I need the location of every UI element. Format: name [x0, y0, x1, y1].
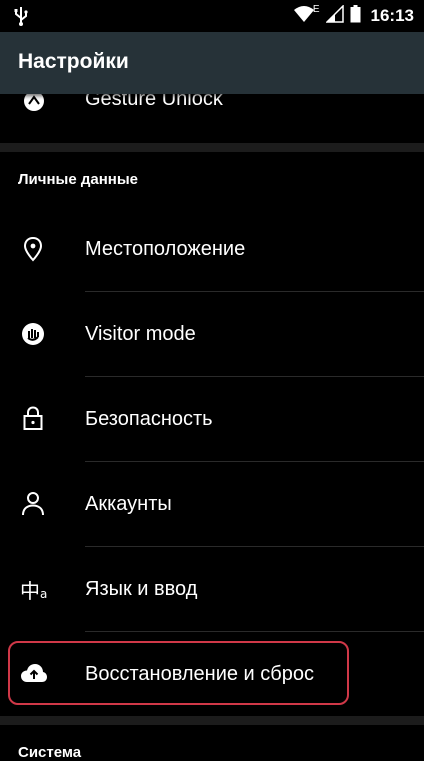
list-item-label: Местоположение [85, 238, 246, 260]
list-item-security[interactable]: Безопасность [0, 377, 424, 461]
usb-icon [14, 6, 28, 31]
location-pin-icon [20, 236, 46, 262]
wifi-icon [293, 5, 315, 28]
app-bar: Настройки [0, 32, 424, 94]
section-header-personal: Личные данные [18, 171, 138, 188]
section-header-system: Система [18, 744, 82, 761]
language-icon: 中a [20, 579, 48, 603]
list-item-location[interactable]: Местоположение [0, 207, 424, 291]
person-icon [20, 490, 46, 516]
list-item-visitor-mode[interactable]: Visitor mode [0, 292, 424, 376]
page-title: Настройки [18, 50, 129, 73]
list-item-label: Безопасность [85, 408, 213, 430]
network-type-label: E [312, 3, 320, 15]
list-item-label: Visitor mode [85, 323, 196, 345]
status-bar: E 16:13 [0, 0, 424, 32]
visitor-hand-icon [20, 321, 46, 347]
section-divider [0, 143, 424, 152]
battery-icon [350, 4, 361, 28]
signal-icon [324, 3, 344, 28]
list-item-label: Аккаунты [85, 493, 172, 515]
lock-icon [20, 405, 46, 431]
list-item-accounts[interactable]: Аккаунты [0, 462, 424, 546]
section-divider [0, 716, 424, 725]
highlight-frame [8, 641, 349, 705]
list-item-label: Язык и ввод [85, 578, 198, 600]
list-item-language-input[interactable]: 中a Язык и ввод [0, 547, 424, 631]
clock-time: 16:13 [370, 6, 414, 25]
